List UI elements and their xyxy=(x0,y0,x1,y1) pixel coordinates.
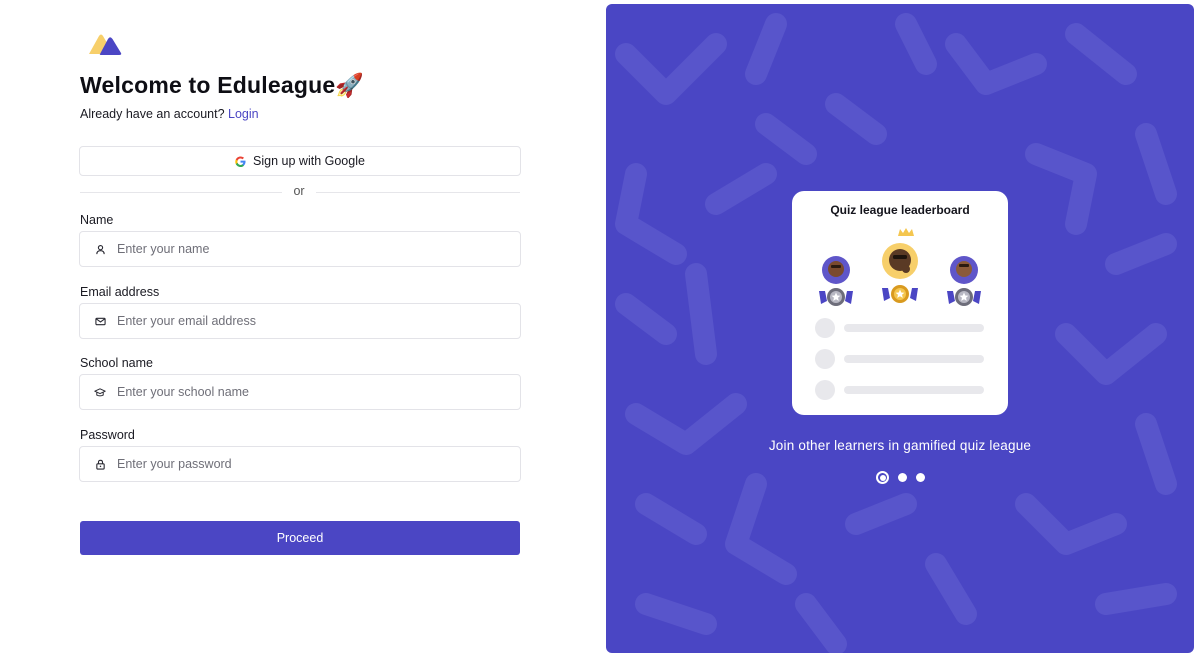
page-title: Welcome to Eduleague🚀 xyxy=(80,72,365,98)
school-input[interactable] xyxy=(117,385,497,399)
school-label: School name xyxy=(80,356,153,370)
or-divider: or xyxy=(80,184,520,200)
name-field[interactable] xyxy=(79,231,521,267)
name-label: Name xyxy=(80,213,114,227)
email-label: Email address xyxy=(80,285,160,299)
promo-panel: Quiz league leaderboard Join other learn… xyxy=(606,4,1194,653)
leaderboard-title: Quiz league leaderboard xyxy=(830,203,970,217)
graduation-cap-icon xyxy=(80,387,116,398)
school-field[interactable] xyxy=(79,374,521,410)
proceed-button[interactable]: Proceed xyxy=(80,521,520,555)
lock-icon xyxy=(80,459,116,470)
promo-caption: Join other learners in gamified quiz lea… xyxy=(768,438,1032,453)
password-input[interactable] xyxy=(117,457,497,471)
email-input[interactable] xyxy=(117,314,497,328)
email-field[interactable] xyxy=(79,303,521,339)
google-icon xyxy=(235,155,246,167)
carousel-indicator xyxy=(874,471,934,485)
password-label: Password xyxy=(80,428,135,442)
divider-line xyxy=(316,192,520,193)
login-prompt: Already have an account? Login xyxy=(80,107,259,121)
user-icon xyxy=(80,244,116,255)
password-field[interactable] xyxy=(79,446,521,482)
carousel-dot-2[interactable] xyxy=(898,473,907,482)
name-input[interactable] xyxy=(117,242,497,256)
carousel-dot-1[interactable] xyxy=(876,471,889,484)
google-signup-button[interactable]: Sign up with Google xyxy=(79,146,521,176)
divider-line xyxy=(80,192,282,193)
divider-text: or xyxy=(293,184,305,198)
google-signup-label: Sign up with Google xyxy=(253,154,365,168)
eduleague-logo-icon xyxy=(89,34,122,55)
login-prompt-text: Already have an account? xyxy=(80,107,225,121)
mail-icon xyxy=(80,316,116,327)
login-link[interactable]: Login xyxy=(228,107,259,121)
leaderboard-illustration xyxy=(815,228,984,400)
leaderboard-card: Quiz league leaderboard xyxy=(792,191,1008,415)
carousel-dot-3[interactable] xyxy=(916,473,925,482)
